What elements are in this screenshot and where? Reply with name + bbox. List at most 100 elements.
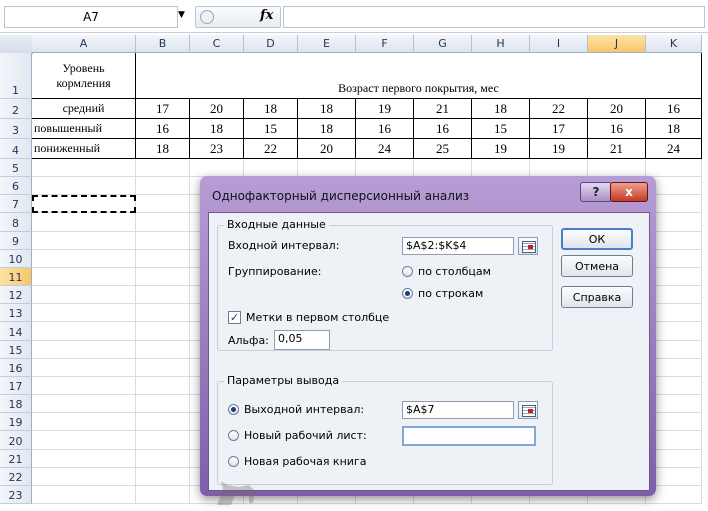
cell[interactable] (136, 286, 190, 305)
column-header-f[interactable]: F (356, 35, 414, 53)
cell-a1[interactable]: Уровень кормления (32, 53, 136, 99)
help-icon-button[interactable]: ? (580, 182, 612, 202)
cell[interactable] (136, 213, 190, 232)
data-cell[interactable]: 18 (190, 119, 244, 139)
row-header-5[interactable]: 5 (0, 159, 32, 178)
row-header-18[interactable]: 18 (0, 395, 32, 414)
cell[interactable] (32, 267, 136, 287)
cell[interactable] (32, 177, 136, 196)
row-header-21[interactable]: 21 (0, 449, 32, 468)
cell[interactable] (32, 213, 136, 232)
data-cell[interactable]: 16 (646, 99, 702, 119)
data-cell[interactable]: 18 (136, 139, 190, 159)
data-cell[interactable]: 16 (588, 119, 646, 139)
column-header-d[interactable]: D (244, 35, 298, 53)
cell[interactable] (136, 177, 190, 196)
data-cell[interactable]: 22 (244, 139, 298, 159)
data-cell[interactable]: 20 (190, 99, 244, 119)
output-range-field[interactable]: $A$7 (402, 401, 514, 419)
input-range-field[interactable]: $A$2:$K$4 (402, 237, 514, 255)
row-header-3[interactable]: 3 (0, 119, 32, 139)
name-box[interactable]: A7 (4, 6, 178, 28)
cancel-circle-icon[interactable] (200, 10, 214, 24)
cell[interactable] (414, 159, 472, 178)
row-header-20[interactable]: 20 (0, 431, 32, 450)
cell[interactable] (136, 358, 190, 377)
data-cell[interactable]: 23 (190, 139, 244, 159)
data-cell[interactable]: 18 (646, 119, 702, 139)
input-range-collapse-icon[interactable] (518, 237, 538, 255)
data-cell[interactable]: 18 (472, 99, 530, 119)
new-sheet-field[interactable] (402, 426, 536, 446)
row-header-1[interactable]: 1 (0, 53, 32, 99)
cell[interactable] (32, 376, 136, 396)
column-header-j[interactable]: J (588, 35, 646, 53)
insert-function-button[interactable]: fx (260, 8, 273, 23)
column-header-g[interactable]: G (414, 35, 472, 53)
cell[interactable] (136, 376, 190, 396)
cell[interactable] (136, 431, 190, 450)
column-header-b[interactable]: B (136, 35, 190, 53)
row-label-cell[interactable]: средний (32, 99, 136, 119)
data-cell[interactable]: 20 (298, 139, 356, 159)
cell[interactable] (530, 159, 588, 178)
help-button[interactable]: Справка (561, 286, 633, 308)
row-header-6[interactable]: 6 (0, 177, 32, 196)
data-cell[interactable]: 25 (414, 139, 472, 159)
column-header-i[interactable]: I (530, 35, 588, 53)
row-header-19[interactable]: 19 (0, 413, 32, 432)
alpha-field[interactable]: 0,05 (274, 330, 330, 350)
cancel-button[interactable]: Отмена (561, 255, 633, 277)
cell[interactable] (136, 340, 190, 359)
data-cell[interactable]: 19 (530, 139, 588, 159)
close-button[interactable]: x (610, 182, 648, 202)
dialog-titlebar[interactable]: Однофакторный дисперсионный анализ ? x (200, 176, 656, 212)
cell[interactable] (32, 159, 136, 178)
data-cell[interactable]: 24 (646, 139, 702, 159)
row-label-cell[interactable]: пониженный (32, 139, 136, 159)
data-cell[interactable]: 16 (136, 119, 190, 139)
row-header-7[interactable]: 7 (0, 195, 32, 214)
cell[interactable] (136, 395, 190, 414)
cell[interactable] (32, 358, 136, 377)
cell[interactable] (136, 322, 190, 341)
cell[interactable] (32, 231, 136, 250)
data-cell[interactable]: 19 (472, 139, 530, 159)
column-header-a[interactable]: A (32, 35, 136, 53)
cell[interactable] (136, 267, 190, 287)
row-header-13[interactable]: 13 (0, 304, 32, 323)
grouping-rows-radio[interactable] (402, 288, 413, 299)
ok-button[interactable]: ОК (561, 228, 633, 250)
data-cell[interactable]: 16 (356, 119, 414, 139)
cell[interactable] (244, 159, 298, 178)
new-sheet-radio[interactable] (228, 430, 239, 441)
row-header-22[interactable]: 22 (0, 467, 32, 486)
data-cell[interactable]: 18 (244, 99, 298, 119)
cell[interactable] (136, 304, 190, 323)
cell[interactable] (472, 159, 530, 178)
grouping-columns-radio[interactable] (402, 266, 413, 277)
cell[interactable] (32, 304, 136, 323)
cell[interactable] (32, 431, 136, 450)
row-header-11[interactable]: 11 (0, 267, 32, 287)
cell[interactable] (136, 449, 190, 468)
row-header-8[interactable]: 8 (0, 213, 32, 232)
cell-b1-merged[interactable]: Возраст первого покрытия, мес (136, 53, 702, 99)
cell[interactable] (136, 249, 190, 268)
row-header-15[interactable]: 15 (0, 340, 32, 359)
column-header-c[interactable]: C (190, 35, 244, 53)
row-header-4[interactable]: 4 (0, 139, 32, 159)
cell[interactable] (32, 467, 136, 486)
cell[interactable] (32, 413, 136, 432)
column-header-k[interactable]: K (646, 35, 702, 53)
cell[interactable] (298, 159, 356, 178)
output-range-radio[interactable] (228, 404, 239, 415)
column-header-h[interactable]: H (472, 35, 530, 53)
row-header-17[interactable]: 17 (0, 376, 32, 396)
data-cell[interactable]: 16 (414, 119, 472, 139)
grouping-rows-label[interactable]: по строкам (418, 287, 483, 300)
cell[interactable] (356, 159, 414, 178)
new-sheet-label[interactable]: Новый рабочий лист: (244, 429, 367, 442)
new-book-radio[interactable] (228, 456, 239, 467)
data-cell[interactable]: 22 (530, 99, 588, 119)
